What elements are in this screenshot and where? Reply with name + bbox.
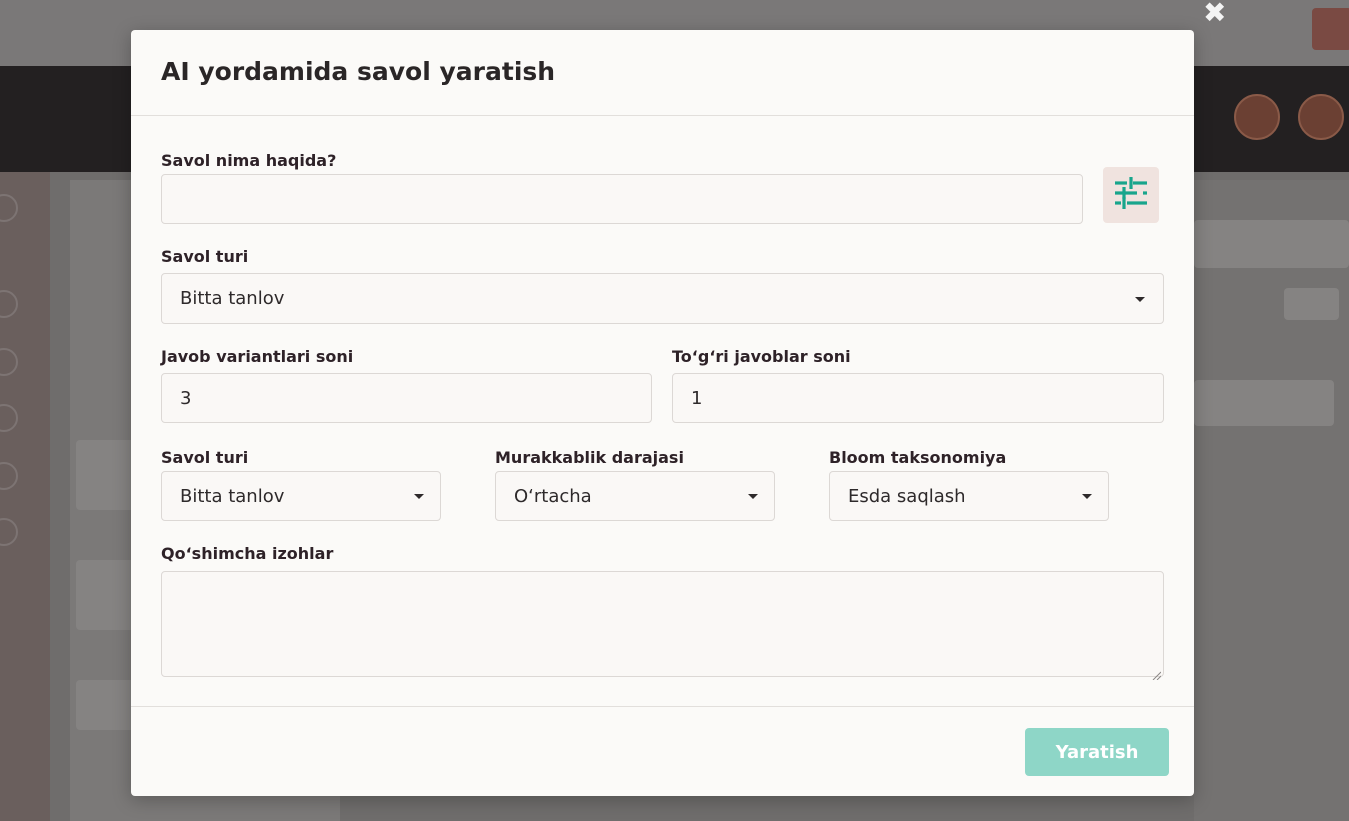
question-type-main-select[interactable]: Bitta tanlov	[161, 273, 1164, 324]
background-sidebar	[0, 172, 50, 821]
background-sidebar-icon	[0, 348, 18, 376]
difficulty-select[interactable]: O‘rtacha	[495, 471, 775, 521]
bloom-value: Esda saqlash	[848, 485, 966, 507]
modal-footer: Yaratish	[131, 707, 1194, 795]
background-sidebar-icon	[0, 404, 18, 432]
answer-count-label: Javob variantlari soni	[161, 347, 354, 366]
background-badge	[1312, 8, 1349, 50]
bloom-select[interactable]: Esda saqlash	[829, 471, 1109, 521]
chevron-down-icon	[1135, 296, 1145, 302]
background-card	[76, 680, 136, 730]
background-sidebar-icon	[0, 194, 18, 222]
difficulty-value: O‘rtacha	[514, 485, 592, 507]
background-avatar-2	[1298, 94, 1344, 140]
background-button	[1284, 288, 1339, 320]
resize-handle-icon[interactable]	[1152, 665, 1162, 681]
correct-count-label: To‘g‘ri javoblar soni	[672, 347, 851, 366]
sliders-icon	[1113, 175, 1149, 215]
settings-button[interactable]	[1103, 167, 1159, 223]
close-icon[interactable]: ✖	[1203, 0, 1226, 29]
create-button[interactable]: Yaratish	[1025, 728, 1169, 776]
background-sidebar-icon	[0, 518, 18, 546]
modal-title: AI yordamida savol yaratish	[161, 57, 556, 86]
background-card	[76, 560, 136, 630]
modal-body: Savol nima haqida? Savol turi Bitta tanl…	[131, 116, 1194, 707]
question-type-main-label: Savol turi	[161, 247, 249, 266]
chevron-down-icon	[748, 494, 758, 499]
notes-textarea[interactable]	[161, 571, 1164, 677]
background-sidebar-icon	[0, 462, 18, 490]
topic-label: Savol nima haqida?	[161, 151, 337, 170]
chevron-down-icon	[414, 494, 424, 499]
bloom-label: Bloom taksonomiya	[829, 448, 1007, 467]
ai-question-modal: AI yordamida savol yaratish Savol nima h…	[131, 30, 1194, 796]
question-type-main-value: Bitta tanlov	[180, 288, 285, 309]
background-sidebar-icon	[0, 290, 18, 318]
background-avatar	[1234, 94, 1280, 140]
background-right-panel	[1194, 180, 1349, 821]
question-type-select[interactable]: Bitta tanlov	[161, 471, 441, 521]
topic-input[interactable]	[161, 174, 1083, 224]
modal-header: AI yordamida savol yaratish	[131, 30, 1194, 116]
question-type-label: Savol turi	[161, 448, 249, 467]
question-type-value: Bitta tanlov	[180, 485, 285, 507]
background-input	[1194, 220, 1349, 268]
chevron-down-icon	[1082, 494, 1092, 499]
notes-label: Qo‘shimcha izohlar	[161, 544, 334, 563]
correct-count-input[interactable]: 1	[672, 373, 1164, 423]
answer-count-input[interactable]: 3	[161, 373, 652, 423]
background-card	[76, 440, 136, 510]
difficulty-label: Murakkablik darajasi	[495, 448, 684, 467]
background-button	[1194, 380, 1334, 426]
